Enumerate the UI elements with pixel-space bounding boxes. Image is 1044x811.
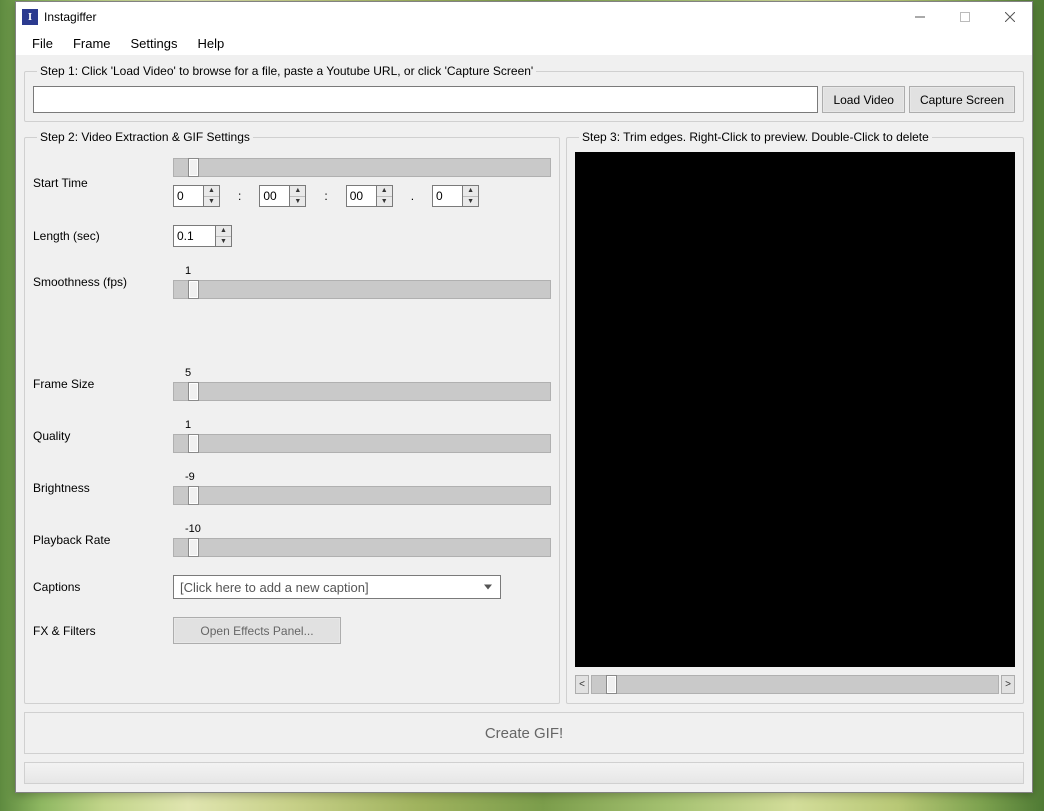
create-gif-row: Create GIF!	[24, 712, 1024, 754]
preview-canvas[interactable]	[575, 152, 1015, 667]
smoothness-slider[interactable]	[173, 280, 551, 299]
quality-slider[interactable]	[173, 434, 551, 453]
step2-legend: Step 2: Video Extraction & GIF Settings	[37, 130, 253, 144]
label-length: Length (sec)	[33, 229, 173, 243]
load-video-button[interactable]: Load Video	[822, 86, 905, 113]
step3-legend: Step 3: Trim edges. Right-Click to previ…	[579, 130, 932, 144]
capture-screen-button[interactable]: Capture Screen	[909, 86, 1015, 113]
time-sep-dot: .	[411, 189, 414, 203]
length-spin[interactable]: ▲▼	[173, 225, 233, 247]
time-sep-colon-2: :	[324, 189, 327, 203]
time-hours-input[interactable]	[173, 185, 203, 207]
menu-file[interactable]: File	[22, 33, 63, 54]
spin-down-icon[interactable]: ▼	[463, 197, 478, 207]
playback-rate-slider[interactable]	[173, 538, 551, 557]
label-brightness: Brightness	[33, 481, 173, 495]
time-centi-spin[interactable]: ▲▼	[432, 185, 479, 207]
time-minutes-input[interactable]	[259, 185, 289, 207]
start-time-slider[interactable]	[173, 158, 551, 177]
titlebar[interactable]: I Instagiffer	[16, 2, 1032, 32]
label-start-time: Start Time	[33, 176, 173, 190]
start-time-spinners: ▲▼ : ▲▼ : ▲▼ .	[173, 185, 551, 207]
spin-up-icon[interactable]: ▲	[204, 186, 219, 197]
minimize-button[interactable]	[897, 3, 942, 32]
time-seconds-input[interactable]	[346, 185, 376, 207]
time-seconds-spin[interactable]: ▲▼	[346, 185, 393, 207]
length-input[interactable]	[173, 225, 215, 247]
close-icon	[1005, 12, 1015, 22]
close-button[interactable]	[987, 3, 1032, 32]
spin-up-icon[interactable]: ▲	[216, 226, 231, 237]
spin-down-icon[interactable]: ▼	[290, 197, 305, 207]
frame-next-button[interactable]: >	[1001, 675, 1015, 694]
spin-up-icon[interactable]: ▲	[290, 186, 305, 197]
time-centi-input[interactable]	[432, 185, 462, 207]
label-quality: Quality	[33, 429, 173, 443]
spin-up-icon[interactable]: ▲	[377, 186, 392, 197]
app-window: I Instagiffer File Frame Settings Help S…	[15, 1, 1033, 793]
quality-value: 1	[185, 419, 191, 432]
label-fx: FX & Filters	[33, 624, 173, 638]
video-url-input[interactable]	[33, 86, 818, 113]
label-playback-rate: Playback Rate	[33, 533, 173, 547]
frame-scrub-slider[interactable]	[591, 675, 999, 694]
step1-group: Step 1: Click 'Load Video' to browse for…	[24, 64, 1024, 122]
captions-combo[interactable]: [Click here to add a new caption]	[173, 575, 501, 599]
spin-down-icon[interactable]: ▼	[377, 197, 392, 207]
maximize-button[interactable]	[942, 3, 987, 32]
frame-prev-button[interactable]: <	[575, 675, 589, 694]
menubar: File Frame Settings Help	[16, 32, 1032, 56]
spin-down-icon[interactable]: ▼	[216, 237, 231, 247]
spin-up-icon[interactable]: ▲	[463, 186, 478, 197]
menu-settings[interactable]: Settings	[121, 33, 188, 54]
window-title: Instagiffer	[44, 10, 96, 24]
frame-size-value: 5	[185, 367, 191, 380]
smoothness-value: 1	[185, 265, 191, 278]
step3-group: Step 3: Trim edges. Right-Click to previ…	[566, 130, 1024, 704]
playback-rate-value: -10	[185, 523, 201, 536]
app-icon: I	[22, 9, 38, 25]
spin-down-icon[interactable]: ▼	[204, 197, 219, 207]
time-hours-spin[interactable]: ▲▼	[173, 185, 220, 207]
brightness-value: -9	[185, 471, 195, 484]
label-captions: Captions	[33, 580, 173, 594]
client-area: Step 1: Click 'Load Video' to browse for…	[16, 56, 1032, 792]
frame-size-slider[interactable]	[173, 382, 551, 401]
minimize-icon	[915, 12, 925, 22]
status-bar	[24, 762, 1024, 784]
label-smoothness: Smoothness (fps)	[33, 275, 173, 289]
label-frame-size: Frame Size	[33, 377, 173, 391]
menu-frame[interactable]: Frame	[63, 33, 121, 54]
time-minutes-spin[interactable]: ▲▼	[259, 185, 306, 207]
create-gif-button[interactable]: Create GIF!	[25, 713, 1023, 753]
time-sep-colon-1: :	[238, 189, 241, 203]
maximize-icon	[960, 12, 970, 22]
menu-help[interactable]: Help	[188, 33, 235, 54]
step2-group: Step 2: Video Extraction & GIF Settings …	[24, 130, 560, 704]
brightness-slider[interactable]	[173, 486, 551, 505]
step1-legend: Step 1: Click 'Load Video' to browse for…	[37, 64, 536, 78]
open-effects-button[interactable]: Open Effects Panel...	[173, 617, 341, 644]
